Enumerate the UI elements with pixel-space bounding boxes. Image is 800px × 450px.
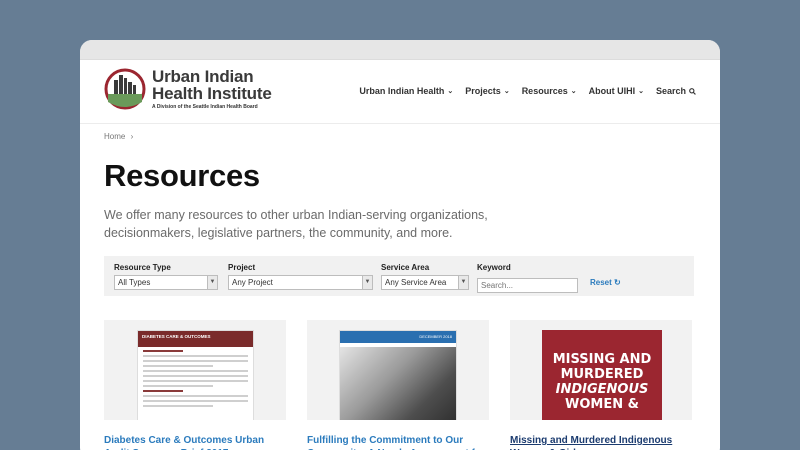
filter-label: Keyword <box>477 263 511 272</box>
poster-line: WOMEN & <box>565 397 639 412</box>
nav-label: Resources <box>521 86 568 96</box>
filter-service-area: Service Area Any Service Area ▼ <box>381 263 469 290</box>
service-area-select[interactable]: Any Service Area ▼ <box>381 275 469 290</box>
select-value: All Types <box>118 278 151 287</box>
filter-label: Project <box>228 263 256 272</box>
poster-preview: MISSING AND MURDERED INDIGENOUS WOMEN & <box>542 330 662 420</box>
poster-line: INDIGENOUS <box>555 382 649 397</box>
nav-label: Projects <box>465 86 501 96</box>
resource-card[interactable]: DIABETES CARE & OUTCOMES Diabetes Care &… <box>104 320 286 450</box>
browser-window: Urban Indian Health Institute A Division… <box>80 40 720 450</box>
document-preview: DIABETES CARE & OUTCOMES <box>137 330 254 420</box>
window-chrome <box>80 40 720 60</box>
nav-label: Urban Indian Health <box>359 86 445 96</box>
logo-subtitle: A Division of the Seattle Indian Health … <box>152 104 258 110</box>
search-icon <box>689 87 696 95</box>
card-title[interactable]: Missing and Murdered Indigenous Women & … <box>510 434 692 450</box>
poster-line: MURDERED <box>560 367 644 382</box>
main-nav: Urban Indian Health ⌄ Projects ⌄ Resourc… <box>347 86 696 96</box>
report-photo <box>340 347 456 420</box>
card-title[interactable]: Fulfilling the Commitment to Our Communi… <box>307 434 489 450</box>
card-title[interactable]: Diabetes Care & Outcomes Urban Audit Sum… <box>104 434 286 450</box>
reset-button[interactable]: Reset ↻ <box>590 278 621 287</box>
nav-about-uihi[interactable]: About UIHI ⌄ <box>589 86 644 96</box>
filter-label: Service Area <box>381 263 430 272</box>
resource-type-select[interactable]: All Types ▼ <box>114 275 218 290</box>
page-title: Resources <box>104 158 260 193</box>
project-select[interactable]: Any Project ▼ <box>228 275 373 290</box>
filter-resource-type: Resource Type All Types ▼ <box>114 263 218 290</box>
logo-title-line1: Urban Indian <box>152 67 254 86</box>
chevron-down-icon: ▼ <box>458 276 468 289</box>
poster-line: MISSING AND <box>552 352 652 367</box>
resource-card[interactable]: MISSING AND MURDERED INDIGENOUS WOMEN & … <box>510 320 692 450</box>
logo-title-line2: Health Institute <box>152 84 272 103</box>
page-intro: We offer many resources to other urban I… <box>104 208 488 240</box>
nav-search[interactable]: Search <box>656 86 696 96</box>
site-logo[interactable]: Urban Indian Health Institute A Division… <box>104 68 272 110</box>
card-thumbnail[interactable]: DIABETES CARE & OUTCOMES <box>104 320 286 420</box>
chevron-down-icon: ▼ <box>362 276 372 289</box>
filter-label: Resource Type <box>114 263 171 272</box>
select-value: Any Service Area <box>385 278 447 287</box>
chevron-down-icon: ⌄ <box>570 88 577 95</box>
nav-resources[interactable]: Resources ⌄ <box>522 86 577 96</box>
card-thumbnail[interactable]: DECEMBER 2018 <box>307 320 489 420</box>
logo-icon <box>104 68 146 110</box>
filter-bar: Resource Type All Types ▼ Project Any Pr… <box>104 256 694 296</box>
chevron-down-icon: ⌄ <box>503 88 510 95</box>
site-header: Urban Indian Health Institute A Division… <box>80 60 720 124</box>
breadcrumb-home[interactable]: Home <box>104 132 125 141</box>
select-value: Any Project <box>232 278 273 287</box>
nav-projects[interactable]: Projects ⌄ <box>465 86 509 96</box>
nav-label: Search <box>655 86 686 96</box>
report-band: DECEMBER 2018 <box>340 331 456 343</box>
nav-urban-indian-health[interactable]: Urban Indian Health ⌄ <box>359 86 453 96</box>
resource-card[interactable]: DECEMBER 2018 Fulfilling the Commitment … <box>307 320 489 450</box>
chevron-down-icon: ⌄ <box>638 88 644 95</box>
doc-header: DIABETES CARE & OUTCOMES <box>138 331 253 347</box>
keyword-input[interactable] <box>477 278 578 293</box>
breadcrumb: Home › <box>104 132 133 141</box>
report-preview: DECEMBER 2018 <box>339 330 457 420</box>
chevron-down-icon: ▼ <box>207 276 217 289</box>
filter-project: Project Any Project ▼ <box>228 263 373 290</box>
chevron-down-icon: ⌄ <box>447 88 454 95</box>
breadcrumb-separator: › <box>130 132 134 141</box>
card-thumbnail[interactable]: MISSING AND MURDERED INDIGENOUS WOMEN & <box>510 320 692 420</box>
filter-keyword: Keyword <box>477 263 578 293</box>
nav-label: About UIHI <box>588 86 636 96</box>
